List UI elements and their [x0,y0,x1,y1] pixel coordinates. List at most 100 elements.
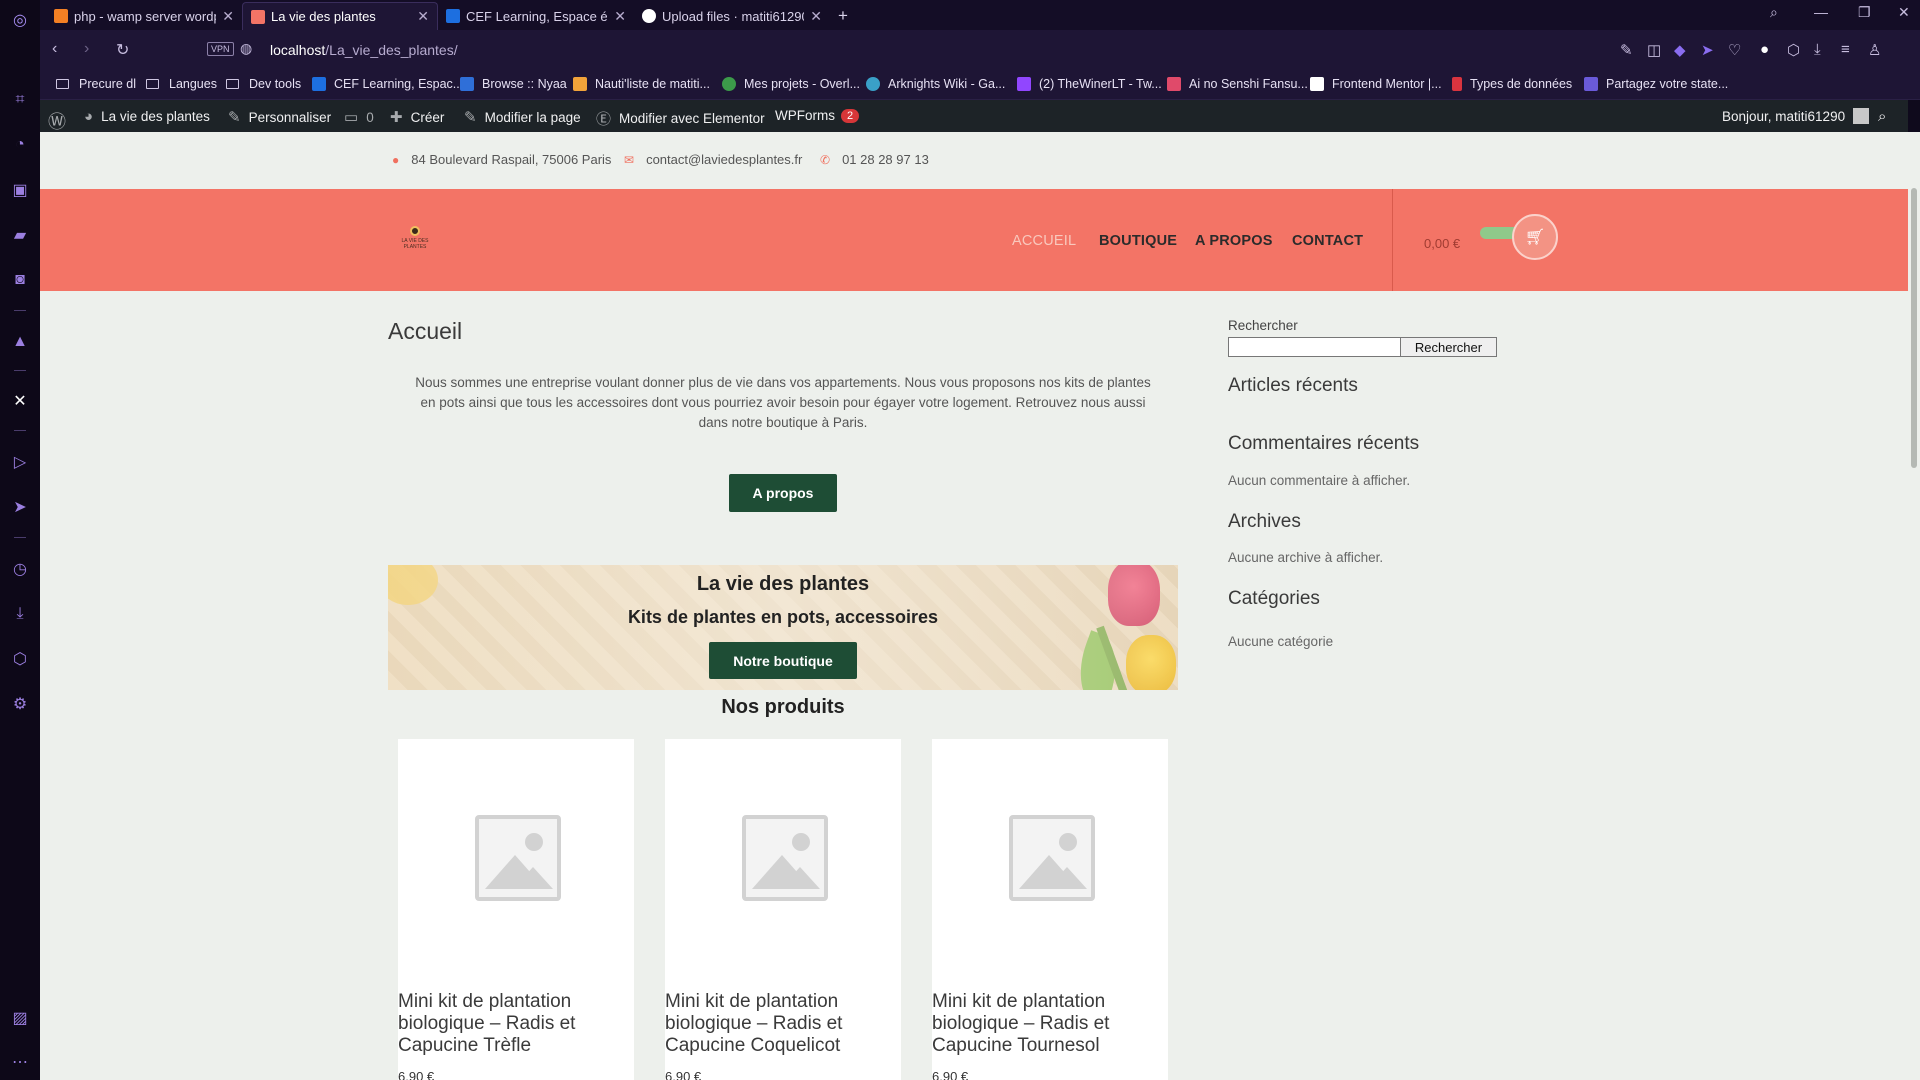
record-icon[interactable]: ● [1760,41,1769,58]
bookmark-folder-dev-tools[interactable]: Dev tools [226,77,301,91]
send-icon[interactable]: ➤ [8,495,32,519]
gamepad-icon[interactable]: ⌗ [8,88,32,112]
product-name[interactable]: Mini kit de plantation biologique – Radi… [398,991,598,1057]
phone-icon: ✆ [820,152,831,167]
archives-heading: Archives [1228,511,1301,532]
wp-site-name[interactable]: ◕ La vie des plantes [84,108,210,125]
phone-info[interactable]: ✆ 01 28 28 97 13 [820,152,929,167]
close-tab-icon[interactable]: ✕ [614,8,626,25]
wp-user-greeting[interactable]: Bonjour, matiti61290 [1722,108,1870,124]
camera-icon[interactable]: ◫ [1647,41,1661,59]
x-twitter-icon[interactable]: ✕ [8,389,32,413]
bookmark-nyaa[interactable]: Browse :: Nyaa [460,77,567,91]
forward-icon[interactable]: › [84,40,89,58]
search-tabs-icon[interactable]: ⌕ [1770,4,1778,21]
bookmark-frontend-mentor[interactable]: Frontend Mentor |... [1310,77,1442,91]
download-icon[interactable]: ⤓ [1814,41,1821,58]
bookmark-cef-learning[interactable]: CEF Learning, Espac... [312,77,463,91]
image-placeholder-icon [1009,815,1095,901]
downloads-icon[interactable]: ⤓ [8,602,32,626]
vpn-badge[interactable]: VPN [207,42,234,56]
no-comments-text: Aucun commentaire à afficher. [1228,473,1411,488]
nav-contact[interactable]: CONTACT [1292,233,1363,249]
tab-php-wamp[interactable]: php - wamp server wordpr ✕ [46,2,242,30]
back-icon[interactable]: ‹ [52,40,57,58]
close-tab-icon[interactable]: ✕ [417,8,429,25]
wp-comments[interactable]: ▭ 0 [344,108,374,126]
product-name[interactable]: Mini kit de plantation biologique – Radi… [665,991,865,1057]
shop-button[interactable]: Notre boutique [709,642,857,679]
extensions-icon[interactable]: ⬡ [8,647,32,671]
tab-cef-learning[interactable]: CEF Learning, Espace élève ✕ [438,2,634,30]
aria-icon[interactable]: ▲ [8,330,32,354]
bookmark-overleaf[interactable]: Mes projets - Overl... [722,77,860,91]
send-flow-icon[interactable]: ➤ [1701,41,1714,59]
recent-comments-heading: Commentaires récents [1228,433,1420,454]
minimize-icon[interactable]: — [1814,4,1828,20]
snapshot-icon[interactable]: ✎ [1620,41,1633,59]
player-icon[interactable]: ▷ [8,450,32,474]
wp-edit-elementor[interactable]: Ⓔ Modifier avec Elementor [596,108,765,129]
twitch-icon[interactable]: ▰ [8,223,32,247]
close-tab-icon[interactable]: ✕ [222,8,234,25]
url-field[interactable]: localhost/La_vie_des_plantes/ [270,42,458,58]
wp-edit-page[interactable]: ✎ Modifier la page [464,108,581,126]
search-button[interactable]: Rechercher [1400,337,1497,357]
opera-logo-icon[interactable]: ◎ [8,8,32,32]
page-scrollbar[interactable] [1908,132,1920,1080]
maximize-icon[interactable]: ❐ [1858,4,1871,21]
speed-dial-icon[interactable]: ◔ [8,133,32,157]
wordpress-logo-icon[interactable]: Ⓦ [48,108,74,134]
wp-customize[interactable]: ✎ Personnaliser [228,108,331,126]
about-button[interactable]: A propos [729,474,837,512]
bookmark-twitch[interactable]: (2) TheWinerLT - Tw... [1017,77,1162,91]
bag-icon[interactable]: ▣ [8,178,32,202]
no-categories-text: Aucune catégorie [1228,634,1334,649]
tab-upload-files[interactable]: Upload files · matiti61290/l ✕ [634,2,830,30]
product-card[interactable]: Mini kit de plantation biologique – Radi… [665,739,901,1080]
wp-search-icon[interactable]: ⌕ [1878,108,1894,125]
search-input[interactable] [1228,337,1401,357]
instagram-icon[interactable]: ◙ [8,268,32,292]
reload-icon[interactable]: ↻ [116,40,129,60]
bookmarks-bar: Precure dl Langues Dev tools CEF Learnin… [40,70,1920,100]
bookmark-partagez-state[interactable]: Partagez votre state... [1584,77,1728,91]
nav-accueil[interactable]: ACCUEIL [1012,233,1076,249]
profile-icon[interactable]: ♙ [1868,41,1881,59]
heart-icon[interactable]: ♡ [1728,41,1741,59]
more-icon[interactable]: ⋯ [8,1050,32,1074]
nav-boutique[interactable]: BOUTIQUE [1099,233,1177,249]
product-card[interactable]: Mini kit de plantation biologique – Radi… [932,739,1168,1080]
comment-icon: ▭ [344,109,359,126]
close-tab-icon[interactable]: ✕ [810,8,822,25]
wp-create[interactable]: ✚ Créer [390,108,444,126]
bookmark-types-de-donnees[interactable]: Types de données [1452,77,1572,91]
site-logo[interactable]: LA VIE DES PLANTES [398,226,432,260]
email-info[interactable]: ✉ contact@laviedesplantes.fr [624,152,802,167]
product-name[interactable]: Mini kit de plantation biologique – Radi… [932,991,1132,1057]
tab-la-vie-des-plantes[interactable]: La vie des plantes ✕ [242,2,438,30]
bookmark-nautiliste[interactable]: Nauti'liste de matiti... [573,77,710,91]
github-favicon-icon [642,9,656,23]
bookmark-arknights-wiki[interactable]: Arknights Wiki - Ga... [866,77,1005,91]
scrollbar-thumb[interactable] [1911,188,1917,468]
product-price: 6,90 € [665,1069,702,1080]
nav-a-propos[interactable]: A PROPOS [1195,233,1273,249]
close-window-icon[interactable]: ✕ [1898,4,1910,21]
gallery-icon[interactable]: ▨ [8,1006,32,1030]
easy-setup-icon[interactable]: ≡ [1841,41,1850,58]
bookmark-ai-no-senshi[interactable]: Ai no Senshi Fansu... [1167,77,1308,91]
wp-wpforms[interactable]: WPForms 2 [775,108,860,123]
settings-gear-icon[interactable]: ⚙ [8,692,32,716]
site-info-globe-icon[interactable]: ◍ [240,40,252,57]
cube-icon[interactable]: ⬡ [1787,41,1800,59]
cart-total[interactable]: 0,00 € [1424,236,1460,251]
new-tab-button[interactable]: + [830,2,860,30]
cart-button[interactable]: 🛒︎ [1512,214,1558,260]
bookmark-folder-langues[interactable]: Langues [146,77,217,91]
product-card[interactable]: Mini kit de plantation biologique – Radi… [398,739,634,1080]
shield-icon[interactable]: ◆ [1674,41,1686,59]
bookmark-folder-precure[interactable]: Precure dl [56,77,136,91]
history-icon[interactable]: ◷ [8,557,32,581]
mysql-favicon-icon [1452,77,1462,91]
